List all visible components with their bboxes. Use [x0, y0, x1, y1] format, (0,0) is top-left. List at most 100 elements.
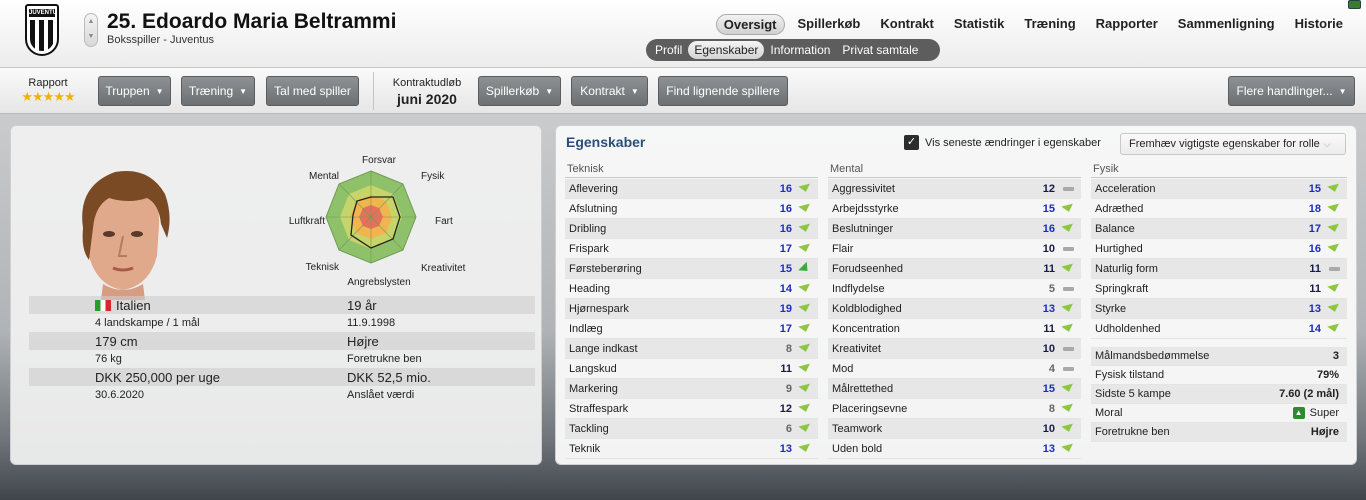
attribute-row[interactable]: Teknik 13 — [565, 439, 818, 459]
attribute-row[interactable]: Tackling 6 — [565, 419, 818, 439]
tab-spillerkob[interactable]: Spillerkøb — [791, 14, 868, 35]
attribute-row[interactable]: Flair 10 — [828, 239, 1081, 259]
trend-up-icon — [798, 283, 812, 294]
attribute-name: Teamwork — [832, 422, 883, 435]
tab-oversigt[interactable]: Oversigt — [715, 14, 785, 35]
attribute-row[interactable]: Forudseenhed 11 — [828, 259, 1081, 279]
attribute-row[interactable]: Mod 4 — [828, 359, 1081, 379]
info-row: Sidste 5 kampe 7.60 (2 mål) — [1091, 385, 1347, 404]
attribute-row[interactable]: Aflevering 16 — [565, 179, 818, 199]
nationality[interactable]: Italien — [116, 298, 151, 313]
attribute-row[interactable]: Udholdenhed 14 — [1091, 319, 1347, 339]
rapport-rating[interactable]: Rapport ★★★★★ — [14, 77, 82, 105]
attribute-value: 14 — [1308, 322, 1321, 335]
player-scroll-arrows-icon[interactable]: ▲ ▼ — [84, 13, 98, 47]
tal-med-label: Tal med spiller — [274, 84, 351, 98]
attribute-name: Langskud — [569, 362, 617, 375]
attribute-row[interactable]: Kreativitet 10 — [828, 339, 1081, 359]
subtab-information[interactable]: Information — [764, 41, 836, 59]
attribute-name: Naturlig form — [1095, 262, 1158, 275]
attribute-name: Adræthed — [1095, 202, 1144, 215]
info-value: 7.60 (2 mål) — [1279, 388, 1347, 400]
attribute-row[interactable]: Dribling 16 — [565, 219, 818, 239]
trend-icon-wrap — [1321, 283, 1347, 294]
tab-historie[interactable]: Historie — [1288, 14, 1350, 35]
tab-sammenligning[interactable]: Sammenligning — [1171, 14, 1282, 35]
attribute-row[interactable]: Straffespark 12 — [565, 399, 818, 419]
attribute-value: 10 — [1042, 342, 1055, 355]
subtab-egenskaber[interactable]: Egenskaber — [688, 41, 765, 59]
attribute-row[interactable]: Styrke 13 — [1091, 299, 1347, 319]
attribute-row[interactable]: Lange indkast 8 — [565, 339, 818, 359]
attribute-row[interactable]: Frispark 17 — [565, 239, 818, 259]
checkbox-checked-icon[interactable]: ✓ — [904, 135, 919, 150]
attribute-row[interactable]: Afslutning 16 — [565, 199, 818, 219]
trend-icon-wrap — [1055, 263, 1081, 274]
attribute-row[interactable]: Adræthed 18 — [1091, 199, 1347, 219]
attribute-row[interactable]: Beslutninger 16 — [828, 219, 1081, 239]
subtab-privat-samtale[interactable]: Privat samtale — [836, 41, 924, 59]
star-rating-icon: ★★★★★ — [21, 89, 75, 104]
traening-button[interactable]: Træning ▼ — [181, 76, 255, 106]
wage-date: 30.6.2020 — [95, 389, 144, 401]
club-crest-logo[interactable]: JUVENTUS — [25, 4, 59, 56]
attribute-row[interactable]: Hurtighed 16 — [1091, 239, 1347, 259]
subtab-profil[interactable]: Profil — [649, 41, 688, 59]
attribute-row[interactable]: Målrettethed 15 — [828, 379, 1081, 399]
trend-up-icon — [798, 363, 812, 374]
trend-icon-wrap — [1321, 223, 1347, 234]
attribute-row[interactable]: Aggressivitet 12 — [828, 179, 1081, 199]
player-name: 25. Edoardo Maria Beltrammi — [107, 10, 397, 33]
attribute-row[interactable]: Hjørnespark 19 — [565, 299, 818, 319]
attribute-row[interactable]: Indlæg 17 — [565, 319, 818, 339]
attribute-value: 13 — [1042, 302, 1055, 315]
attribute-row[interactable]: Balance 17 — [1091, 219, 1347, 239]
attribute-row[interactable]: Førsteberøring 15 — [565, 259, 818, 279]
spillerkob-button[interactable]: Spillerkøb ▼ — [478, 76, 561, 106]
trend-up-icon — [798, 323, 812, 334]
tab-kontrakt[interactable]: Kontrakt — [873, 14, 940, 35]
attribute-row[interactable]: Springkraft 11 — [1091, 279, 1347, 299]
attribute-row[interactable]: Naturlig form 11 — [1091, 259, 1347, 279]
attribute-row[interactable]: Teamwork 10 — [828, 419, 1081, 439]
trend-up-icon — [1061, 323, 1075, 334]
attribute-row[interactable]: Indflydelse 5 — [828, 279, 1081, 299]
attribute-row[interactable]: Uden bold 13 — [828, 439, 1081, 459]
attributes-panel: Egenskaber ✓ Vis seneste ændringer i ege… — [555, 125, 1357, 465]
tal-med-spiller-button[interactable]: Tal med spiller — [266, 76, 359, 106]
window-corner-icon[interactable] — [1348, 0, 1361, 9]
trend-icon-wrap — [1055, 423, 1081, 434]
trend-up-icon — [798, 343, 812, 354]
attribute-name: Frispark — [569, 242, 609, 255]
trend-icon-wrap — [792, 303, 818, 314]
attribute-row[interactable]: Acceleration 15 — [1091, 179, 1347, 199]
attribute-row[interactable]: Koncentration 11 — [828, 319, 1081, 339]
attribute-name: Styrke — [1095, 302, 1127, 315]
bio-row: Italien 19 år — [29, 296, 535, 314]
attribute-row[interactable]: Heading 14 — [565, 279, 818, 299]
attribute-row[interactable]: Markering 9 — [565, 379, 818, 399]
attribute-value: 16 — [779, 182, 792, 195]
info-value: 79% — [1317, 369, 1347, 381]
attribute-row[interactable]: Placeringsevne 8 — [828, 399, 1081, 419]
tab-traening[interactable]: Træning — [1017, 14, 1082, 35]
tab-rapporter[interactable]: Rapporter — [1089, 14, 1165, 35]
attribute-value: 5 — [1048, 282, 1055, 295]
trend-up-icon — [798, 443, 812, 454]
kontrakt-button[interactable]: Kontrakt ▼ — [571, 76, 648, 106]
find-lignende-button[interactable]: Find lignende spillere — [658, 76, 788, 106]
attribute-name: Udholdenhed — [1095, 322, 1161, 335]
highlight-role-select[interactable]: Fremhæv vigtigste egenskaber for rolle ⌵ — [1120, 133, 1346, 155]
flere-handlinger-button[interactable]: Flere handlinger... ▼ — [1228, 76, 1355, 106]
attribute-name: Indflydelse — [832, 282, 885, 295]
info-value-text: 3 — [1332, 350, 1339, 362]
show-changes-checkbox[interactable]: ✓ Vis seneste ændringer i egenskaber — [904, 135, 1101, 150]
attribute-row[interactable]: Koldblodighed 13 — [828, 299, 1081, 319]
contract-label: Kontraktudløb — [392, 77, 462, 89]
tab-statistik[interactable]: Statistik — [947, 14, 1012, 35]
attribute-row[interactable]: Langskud 11 — [565, 359, 818, 379]
trend-icon-wrap — [1055, 443, 1081, 454]
truppen-button[interactable]: Truppen ▼ — [98, 76, 171, 106]
attribute-row[interactable]: Arbejdsstyrke 15 — [828, 199, 1081, 219]
attribute-name: Beslutninger — [832, 222, 894, 235]
